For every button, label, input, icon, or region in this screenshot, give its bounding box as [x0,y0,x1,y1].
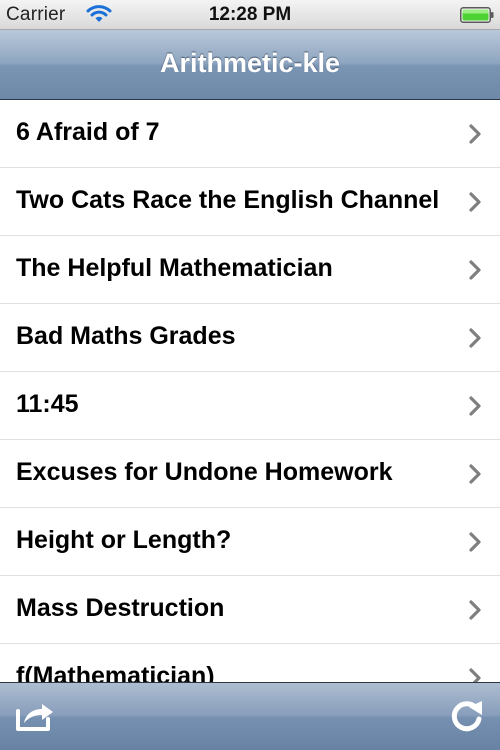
page-title: Arithmetic-kle [159,48,341,78]
refresh-icon[interactable] [448,697,486,735]
navigation-bar: Arithmetic-kle [0,30,500,100]
battery-icon [460,7,494,23]
list-item-label: 11:45 [16,390,79,418]
status-time: 12:28 PM [208,4,292,25]
list-item[interactable]: 6 Afraid of 7 [0,100,500,168]
list-item-label: The Helpful Mathematician [16,254,333,282]
list-item[interactable]: Excuses for Undone Homework [0,440,500,508]
list-item-label: 6 Afraid of 7 [16,118,160,146]
joke-list[interactable]: 6 Afraid of 7 Two Cats Race the English … [0,100,500,682]
list-item[interactable]: Bad Maths Grades [0,304,500,372]
list-item[interactable]: Two Cats Race the English Channel [0,168,500,236]
bottom-toolbar [0,682,500,750]
chevron-right-icon [469,192,481,212]
share-icon[interactable] [14,699,56,733]
chevron-right-icon [469,464,481,484]
app-screen: Carrier 12:28 PM Arithmetic-kle 6 Afraid… [0,0,500,750]
chevron-right-icon [469,124,481,144]
chevron-right-icon [469,396,481,416]
list-item-label: Two Cats Race the English Channel [16,186,440,214]
list-item[interactable]: f(Mathematician) [0,644,500,682]
chevron-right-icon [469,532,481,552]
list-item-label: f(Mathematician) [16,662,215,682]
list-item[interactable]: 11:45 [0,372,500,440]
chevron-right-icon [469,600,481,620]
list-item[interactable]: Mass Destruction [0,576,500,644]
list-item-label: Bad Maths Grades [16,322,236,350]
list-item-label: Mass Destruction [16,594,225,622]
list-item-label: Height or Length? [16,526,232,554]
chevron-right-icon [469,668,481,682]
chevron-right-icon [469,328,481,348]
list-item[interactable]: Height or Length? [0,508,500,576]
chevron-right-icon [469,260,481,280]
status-bar: Carrier 12:28 PM [0,0,500,30]
list-item-label: Excuses for Undone Homework [16,458,393,486]
list-item[interactable]: The Helpful Mathematician [0,236,500,304]
